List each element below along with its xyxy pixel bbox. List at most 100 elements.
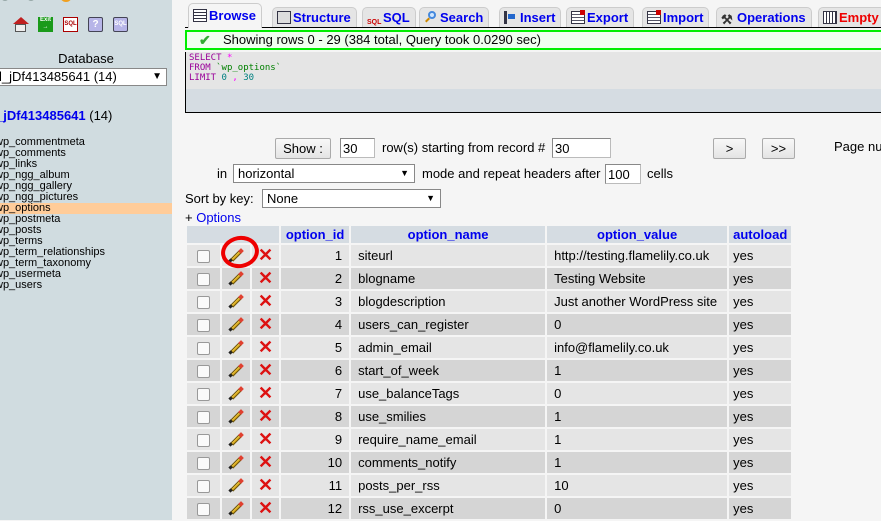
edit-pencil-icon[interactable] — [228, 293, 244, 310]
delete-x-icon[interactable]: ✕ — [258, 360, 273, 380]
column-header-option-name[interactable]: option_name — [351, 226, 546, 243]
sql-docs-icon[interactable]: SQL — [113, 17, 128, 32]
database-heading: _jDf413485641 (14) — [0, 108, 112, 123]
repeat-headers-input[interactable] — [605, 164, 641, 184]
delete-x-icon[interactable]: ✕ — [258, 314, 273, 334]
start-record-input[interactable] — [552, 138, 611, 158]
sidebar-icon-bar: Exit → SQL ? SQL — [13, 17, 128, 32]
edit-pencil-icon[interactable] — [228, 500, 244, 517]
edit-pencil-icon[interactable] — [228, 316, 244, 333]
sql-table-name: `wp_options` — [216, 63, 282, 73]
delete-x-icon[interactable]: ✕ — [258, 291, 273, 311]
edit-pencil-icon[interactable] — [228, 454, 244, 471]
row-checkbox[interactable] — [197, 365, 210, 379]
cell-option-id: 10 — [281, 452, 350, 473]
row-checkbox[interactable] — [197, 250, 210, 264]
options-link[interactable]: Options — [196, 210, 241, 225]
tab-label: Import — [663, 10, 704, 25]
sort-by-key-label: Sort by key: — [185, 191, 254, 206]
edit-cell — [222, 475, 250, 496]
row-checkbox[interactable] — [197, 411, 210, 425]
delete-x-icon[interactable]: ✕ — [258, 452, 273, 472]
next-page-button[interactable]: > — [713, 138, 746, 159]
tab-structure[interactable]: Structure — [272, 7, 357, 27]
navigation-sidebar: Exit → SQL ? SQL Database l_jDf413485641 … — [0, 0, 172, 520]
row-checkbox[interactable] — [197, 503, 210, 517]
display-mode-select[interactable]: horizontal ▼ — [233, 164, 415, 183]
delete-cell: ✕ — [252, 291, 280, 312]
row-checkbox[interactable] — [197, 296, 210, 310]
trash-icon — [823, 11, 837, 24]
row-checkbox[interactable] — [197, 480, 210, 494]
cell-option-id: 2 — [281, 268, 350, 289]
column-header-autoload[interactable]: autoload — [729, 226, 792, 243]
insert-icon — [504, 11, 518, 24]
row-checkbox[interactable] — [197, 457, 210, 471]
delete-x-icon[interactable]: ✕ — [258, 429, 273, 449]
column-header-option-id[interactable]: option_id — [281, 226, 350, 243]
row-select-cell — [187, 383, 220, 404]
row-checkbox[interactable] — [197, 273, 210, 287]
tab-label: Operations — [737, 10, 806, 25]
delete-x-icon[interactable]: ✕ — [258, 406, 273, 426]
help-icon[interactable]: ? — [88, 17, 103, 32]
delete-x-icon[interactable]: ✕ — [258, 268, 273, 288]
tab-sql[interactable]: SQL SQL — [362, 7, 416, 27]
edit-pencil-icon[interactable] — [228, 362, 244, 379]
edit-pencil-icon[interactable] — [228, 477, 244, 494]
database-select[interactable]: l_jDf413485641 (14) ▼ — [0, 68, 167, 86]
rows-count-input[interactable] — [340, 138, 375, 158]
database-select-value: l_jDf413485641 (14) — [0, 69, 117, 84]
show-button[interactable]: Show : — [275, 138, 331, 159]
edit-pencil-icon[interactable] — [228, 247, 244, 264]
edit-pencil-icon[interactable] — [228, 431, 244, 448]
cells-label: cells — [647, 166, 674, 181]
edit-pencil-icon[interactable] — [228, 408, 244, 425]
row-checkbox[interactable] — [197, 388, 210, 402]
cell-option-value: 0 — [547, 314, 728, 335]
column-header-option-value[interactable]: option_value — [547, 226, 728, 243]
sql-query-box: SELECT * FROM `wp_options` LIMIT 0 , 30 — [185, 52, 881, 113]
tab-export[interactable]: Export — [566, 7, 635, 27]
cell-autoload: yes — [729, 383, 792, 404]
delete-x-icon[interactable]: ✕ — [258, 337, 273, 357]
table-list: wp_commentmetawp_commentswp_linkswp_ngg_… — [0, 137, 172, 291]
home-icon[interactable] — [13, 17, 29, 32]
delete-x-icon[interactable]: ✕ — [258, 245, 273, 265]
edit-pencil-icon[interactable] — [228, 385, 244, 402]
exit-icon[interactable]: Exit → — [38, 17, 53, 32]
cell-option-name: use_balanceTags — [351, 383, 546, 404]
delete-x-icon[interactable]: ✕ — [258, 475, 273, 495]
row-checkbox[interactable] — [197, 342, 210, 356]
sort-by-key-select[interactable]: None ▼ — [262, 189, 441, 208]
tab-insert[interactable]: Insert — [499, 7, 562, 27]
edit-pencil-icon[interactable] — [228, 270, 244, 287]
cell-autoload: yes — [729, 337, 792, 358]
edit-cell — [222, 452, 250, 473]
cell-autoload: yes — [729, 291, 792, 312]
last-page-button[interactable]: >> — [762, 138, 795, 159]
sql-query-icon[interactable]: SQL — [63, 17, 78, 32]
edit-cell — [222, 337, 250, 358]
row-checkbox[interactable] — [197, 434, 210, 448]
cell-option-value: 0 — [547, 383, 728, 404]
tab-operations[interactable]: ⚒ Operations — [716, 7, 812, 27]
row-select-cell — [187, 498, 220, 519]
row-select-cell — [187, 291, 220, 312]
delete-x-icon[interactable]: ✕ — [258, 383, 273, 403]
tab-empty[interactable]: Empty — [818, 7, 881, 27]
table-row: ✕ 6 start_of_week 1 yes — [187, 360, 792, 381]
sidebar-table-wp-users[interactable]: wp_users — [0, 280, 172, 291]
dropdown-arrow-icon: ▼ — [400, 168, 409, 178]
delete-x-icon[interactable]: ✕ — [258, 498, 273, 518]
row-checkbox[interactable] — [197, 319, 210, 333]
edit-pencil-icon[interactable] — [228, 339, 244, 356]
cell-autoload: yes — [729, 268, 792, 289]
edit-cell — [222, 291, 250, 312]
cell-option-name: blogdescription — [351, 291, 546, 312]
tab-import[interactable]: Import — [642, 7, 710, 27]
cell-option-name: users_can_register — [351, 314, 546, 335]
tab-browse[interactable]: Browse — [188, 3, 262, 28]
tab-search[interactable]: Search — [419, 7, 490, 27]
database-link[interactable]: _jDf413485641 — [0, 108, 86, 123]
